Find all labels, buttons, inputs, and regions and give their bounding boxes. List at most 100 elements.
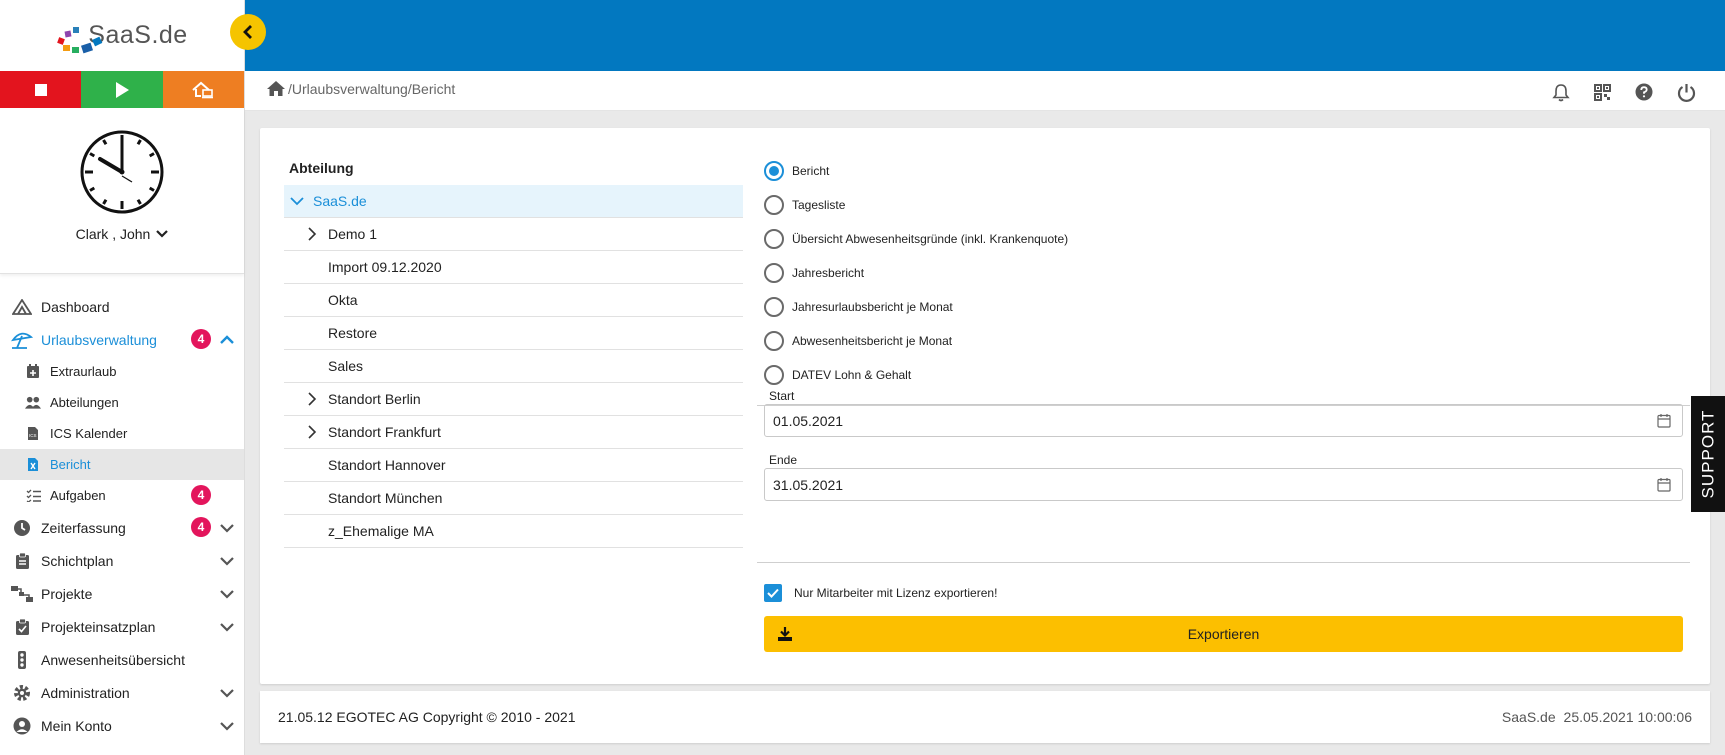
department-root[interactable]: SaaS.de: [284, 185, 743, 218]
department-item-label: z_Ehemalige MA: [328, 523, 434, 539]
report-type-option[interactable]: Übersicht Abwesenheitsgründe (inkl. Kran…: [764, 222, 1068, 256]
chevron-right-icon[interactable]: [304, 391, 320, 407]
chevron-down-icon[interactable]: [218, 552, 236, 570]
nav-schichtplan[interactable]: Schichtplan: [0, 544, 244, 577]
department-tree: SaaS.de Demo 1 Import 09.12.2020 Okta Re…: [284, 185, 743, 548]
home-icon[interactable]: [266, 80, 286, 97]
department-item-label: Standort Hannover: [328, 457, 446, 473]
report-type-option[interactable]: Jahresurlaubsbericht je Monat: [764, 290, 1068, 324]
nav-zeiterfassung-label: Zeiterfassung: [41, 519, 126, 536]
department-item[interactable]: Okta: [284, 284, 743, 317]
nav-dashboard[interactable]: Dashboard: [0, 290, 244, 323]
checkbox-checked-icon[interactable]: [764, 584, 782, 602]
department-item[interactable]: z_Ehemalige MA: [284, 515, 743, 548]
report-type-option[interactable]: Abwesenheitsbericht je Monat: [764, 324, 1068, 358]
radio-button[interactable]: [764, 297, 784, 317]
department-item[interactable]: Restore: [284, 317, 743, 350]
report-type-option[interactable]: Tagesliste: [764, 188, 1068, 222]
calendar-icon[interactable]: [1657, 413, 1671, 428]
clock-small-icon: [11, 519, 33, 537]
stop-button[interactable]: [0, 71, 82, 108]
action-bar: [0, 71, 244, 108]
chevron-up-icon[interactable]: [218, 331, 236, 349]
nav-urlaubsverwaltung[interactable]: Urlaubsverwaltung 4: [0, 323, 244, 356]
nav-ics-label: ICS Kalender: [50, 426, 128, 441]
department-item[interactable]: Standort Frankfurt: [284, 416, 743, 449]
nav-ics-kalender[interactable]: ICS ICS Kalender: [0, 418, 244, 449]
user-name: Clark , John: [75, 226, 151, 242]
nav-bericht[interactable]: Bericht: [0, 449, 244, 480]
notifications-button[interactable]: [1551, 82, 1571, 102]
home-office-button[interactable]: [162, 71, 244, 108]
report-type-option[interactable]: Jahresbericht: [764, 256, 1068, 290]
department-item[interactable]: Import 09.12.2020: [284, 251, 743, 284]
user-menu[interactable]: Clark , John: [76, 226, 169, 242]
department-item[interactable]: Demo 1: [284, 218, 743, 251]
chevron-down-icon[interactable]: [218, 618, 236, 636]
footer-brand: SaaS.de: [1501, 709, 1556, 725]
report-card: Abteilung SaaS.de Demo 1 Import 09.12.20…: [260, 128, 1710, 684]
end-date-input[interactable]: 31.05.2021: [764, 468, 1683, 501]
nav-abteilungen[interactable]: Abteilungen: [0, 387, 244, 418]
start-date-input[interactable]: 01.05.2021: [764, 404, 1683, 437]
end-date-value: 31.05.2021: [773, 476, 844, 493]
chevron-down-icon[interactable]: [218, 684, 236, 702]
breadcrumb-path[interactable]: /Urlaubsverwaltung/Bericht: [288, 81, 455, 97]
chevron-down-icon[interactable]: [218, 717, 236, 735]
radio-button[interactable]: [764, 365, 784, 385]
nav-mein-konto[interactable]: Mein Konto: [0, 709, 244, 742]
license-checkbox[interactable]: Nur Mitarbeiter mit Lizenz exportieren!: [764, 584, 997, 602]
nav-aufgaben[interactable]: Aufgaben 4: [0, 480, 244, 511]
chevron-right-icon[interactable]: [304, 424, 320, 440]
report-type-option[interactable]: DATEV Lohn & Gehalt: [764, 358, 1068, 392]
nav-zeiterfassung[interactable]: Zeiterfassung 4: [0, 511, 244, 544]
chevron-down-icon: [156, 230, 169, 238]
collapse-sidebar-button[interactable]: [230, 14, 266, 50]
radio-button[interactable]: [764, 195, 784, 215]
department-item[interactable]: Standort Berlin: [284, 383, 743, 416]
department-item-label: Okta: [328, 292, 358, 308]
report-type-label: Abwesenheitsbericht je Monat: [792, 334, 953, 348]
license-checkbox-label: Nur Mitarbeiter mit Lizenz exportieren!: [794, 586, 998, 600]
radio-button[interactable]: [764, 161, 784, 181]
nav-projekteinsatzplan[interactable]: Projekteinsatzplan: [0, 610, 244, 643]
support-tab[interactable]: SUPPORT: [1691, 396, 1725, 512]
start-button[interactable]: [81, 71, 163, 108]
department-item[interactable]: Sales: [284, 350, 743, 383]
nav-schichtplan-label: Schichtplan: [41, 552, 114, 569]
nav-administration[interactable]: Administration: [0, 676, 244, 709]
nav-mein-konto-label: Mein Konto: [41, 717, 112, 734]
nav-abteilungen-label: Abteilungen: [50, 395, 119, 410]
logo[interactable]: SaaS.de: [0, 0, 244, 71]
report-type-label: Jahresurlaubsbericht je Monat: [792, 300, 953, 314]
export-button[interactable]: Exportieren: [764, 616, 1683, 652]
logout-button[interactable]: [1676, 82, 1696, 102]
clipboard-check-icon: [11, 618, 33, 636]
report-type-label: DATEV Lohn & Gehalt: [792, 368, 912, 382]
nav-projekte[interactable]: Projekte: [0, 577, 244, 610]
question-icon: [1635, 83, 1653, 101]
qr-code-button[interactable]: [1592, 82, 1612, 102]
chevron-down-icon[interactable]: [218, 519, 236, 537]
footer-timestamp: 25.05.2021 10:00:06: [1563, 709, 1692, 725]
users-icon: [25, 395, 41, 411]
home-office-icon: [192, 81, 214, 98]
radio-button[interactable]: [764, 331, 784, 351]
qr-code-icon: [1593, 83, 1611, 101]
calendar-icon[interactable]: [1657, 477, 1671, 492]
department-item[interactable]: Standort Hannover: [284, 449, 743, 482]
radio-button[interactable]: [764, 263, 784, 283]
nav-anwesenheitsuebersicht[interactable]: Anwesenheitsübersicht: [0, 643, 244, 676]
chevron-down-icon[interactable]: [218, 585, 236, 603]
department-item[interactable]: Standort München: [284, 482, 743, 515]
clock-icon: [80, 130, 164, 214]
chevron-right-icon[interactable]: [304, 226, 320, 242]
bell-icon: [1552, 83, 1570, 101]
nav-extraurlaub[interactable]: Extraurlaub: [0, 356, 244, 387]
radio-button[interactable]: [764, 229, 784, 249]
chevron-left-icon: [243, 25, 252, 39]
help-button[interactable]: [1634, 82, 1654, 102]
clock-area: Clark , John: [0, 108, 244, 274]
chevron-down-icon[interactable]: [289, 193, 305, 209]
report-type-option[interactable]: Bericht: [764, 154, 1068, 188]
